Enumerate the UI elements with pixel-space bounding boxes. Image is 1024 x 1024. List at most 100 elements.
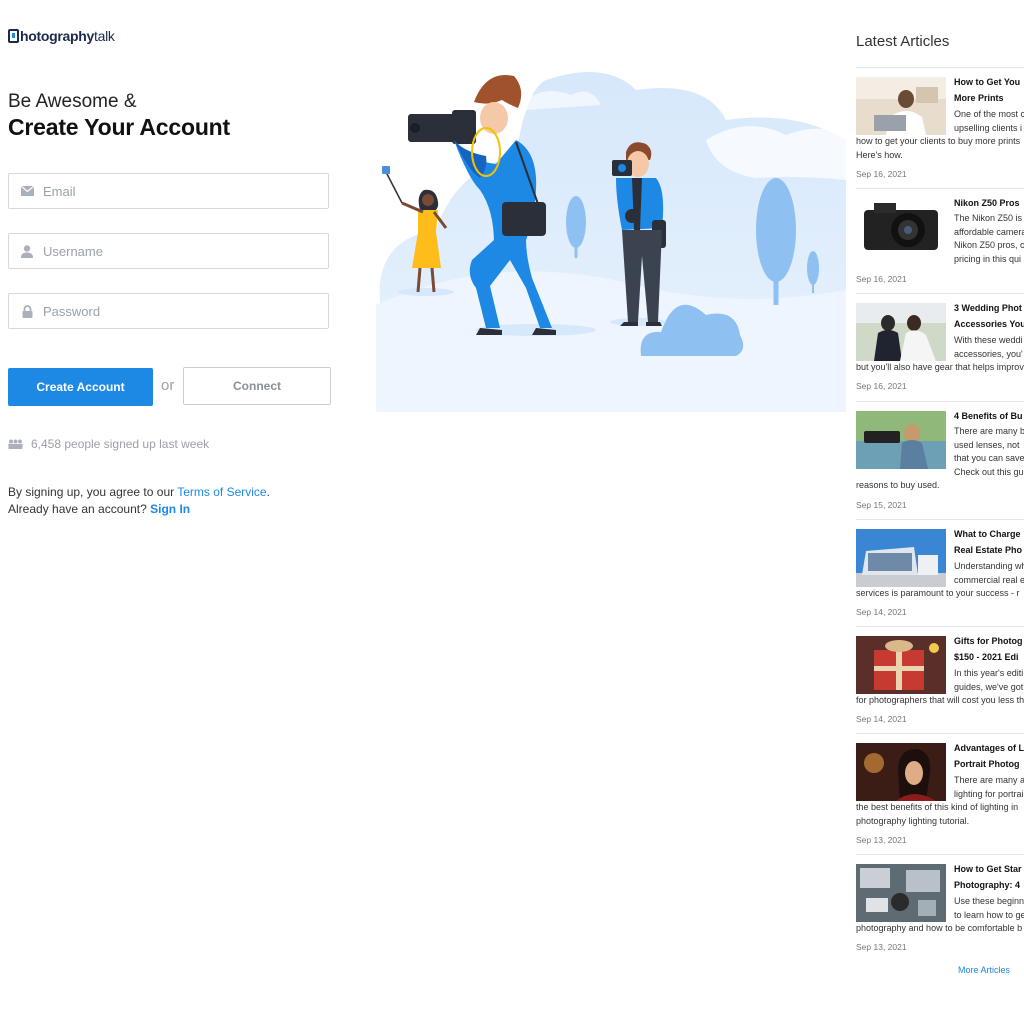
logo-text-light: talk: [94, 28, 115, 44]
article-title[interactable]: What to Charge Real Estate Pho: [954, 526, 1024, 558]
article-title-line: Nikon Z50 Pros: [954, 198, 1020, 208]
article-snippet: There are many a lighting for portrai th…: [856, 774, 1024, 828]
users-group-icon: [8, 439, 23, 449]
snippet-line: how to get your clients to buy more prin…: [856, 136, 1021, 146]
terms-prefix: By signing up, you agree to our: [8, 485, 178, 499]
article-title[interactable]: 3 Wedding Phot Accessories You: [954, 300, 1024, 332]
article-snippet: Understanding wh commercial real e servi…: [856, 560, 1024, 601]
or-separator: or: [161, 377, 175, 394]
more-articles-link[interactable]: More Articles: [958, 965, 1010, 975]
snippet-line: used lenses, not: [954, 439, 1020, 450]
article-card[interactable]: Gifts for Photog $150 - 2021 Edi In this…: [856, 626, 1024, 734]
article-card[interactable]: Advantages of L Portrait Photog There ar…: [856, 733, 1024, 855]
article-snippet: One of the most c upselling clients i ho…: [856, 108, 1024, 162]
username-field[interactable]: [8, 233, 329, 269]
snippet-line: Here's how.: [856, 149, 903, 160]
signup-heading: Create Your Account: [8, 114, 230, 140]
article-title-line: Portrait Photog: [954, 759, 1020, 769]
snippet-line: photography and how to be comfortable b: [856, 923, 1023, 933]
snippet-line: but you'll also have gear that helps imp…: [856, 362, 1024, 372]
article-title-line: Accessories You: [954, 319, 1024, 329]
article-title[interactable]: How to Get Star Photography: 4: [954, 861, 1024, 893]
lock-icon: [20, 304, 34, 318]
article-card[interactable]: What to Charge Real Estate Pho Understan…: [856, 519, 1024, 627]
article-card[interactable]: How to Get Star Photography: 4 Use these…: [856, 854, 1024, 961]
article-card[interactable]: Nikon Z50 Pros The Nikon Z50 is affordab…: [856, 188, 1024, 294]
snippet-line: upselling clients i: [954, 122, 1023, 133]
article-snippet: There are many b used lenses, not that y…: [856, 425, 1024, 493]
sign-in-link[interactable]: Sign In: [150, 502, 190, 516]
snippet-line: There are many a: [954, 775, 1024, 785]
article-title-line: Gifts for Photog: [954, 636, 1023, 646]
logo-mark-icon: [8, 29, 19, 43]
signup-count-text: 6,458 people signed up last week: [31, 437, 210, 451]
article-title-line: $150 - 2021 Edi: [954, 652, 1019, 662]
article-title-line: Advantages of L: [954, 743, 1024, 753]
snippet-line: services is paramount to your success - …: [856, 588, 1020, 598]
terms-text: By signing up, you agree to our Terms of…: [8, 484, 270, 518]
article-card[interactable]: 4 Benefits of Bu There are many b used l…: [856, 401, 1024, 520]
password-field[interactable]: [8, 293, 329, 329]
article-date: Sep 16, 2021: [856, 169, 907, 179]
snippet-line: to learn how to ge: [954, 909, 1024, 920]
brand-logo[interactable]: hotographytalk: [8, 27, 115, 45]
snippet-line: accessories, you': [954, 348, 1023, 359]
photographers-illustration: [376, 72, 846, 412]
article-date: Sep 14, 2021: [856, 607, 907, 617]
article-title[interactable]: 4 Benefits of Bu: [954, 408, 1024, 424]
snippet-line: Check out this gu: [954, 466, 1024, 477]
logo-text-bold: hotography: [20, 28, 94, 44]
signin-prefix: Already have an account?: [8, 502, 151, 516]
username-input[interactable]: [43, 243, 303, 259]
article-title-line: Photography: 4: [954, 880, 1021, 890]
create-account-button[interactable]: Create Account: [8, 368, 153, 406]
article-date: Sep 14, 2021: [856, 714, 907, 724]
terms-suffix: .: [266, 485, 270, 499]
article-snippet: The Nikon Z50 is affordable camera Nikon…: [856, 212, 1024, 266]
snippet-line: affordable camera: [954, 226, 1024, 237]
password-input[interactable]: [43, 303, 303, 319]
article-snippet: In this year's editi guides, we've got f…: [856, 667, 1024, 708]
envelope-icon: [20, 184, 34, 198]
user-icon: [20, 244, 34, 258]
snippet-line: guides, we've got: [954, 681, 1024, 692]
article-snippet: With these weddi accessories, you' but y…: [856, 334, 1024, 375]
article-title-line: 3 Wedding Phot: [954, 303, 1022, 313]
article-title-line: How to Get You: [954, 77, 1021, 87]
email-input[interactable]: [43, 183, 303, 199]
article-title[interactable]: Advantages of L Portrait Photog: [954, 740, 1024, 772]
article-title[interactable]: Gifts for Photog $150 - 2021 Edi: [954, 633, 1024, 665]
snippet-line: The Nikon Z50 is: [954, 213, 1023, 223]
snippet-line: pricing in this qui: [954, 253, 1022, 264]
snippet-line: With these weddi: [954, 335, 1023, 345]
snippet-line: for photographers that will cost you les…: [856, 695, 1024, 705]
snippet-line: the best benefits of this kind of lighti…: [856, 802, 1019, 812]
article-title[interactable]: Nikon Z50 Pros: [954, 195, 1024, 211]
article-title[interactable]: How to Get You More Prints: [954, 74, 1024, 106]
snippet-line: In this year's editi: [954, 668, 1024, 678]
snippet-line: that you can save: [954, 453, 1024, 463]
article-title-line: More Prints: [954, 93, 1004, 103]
snippet-line: There are many b: [954, 426, 1024, 436]
article-date: Sep 13, 2021: [856, 835, 907, 845]
latest-articles-sidebar: Latest Articles How to Get You More Prin…: [856, 0, 1024, 1024]
snippet-line: Use these beginn: [954, 896, 1024, 906]
email-field[interactable]: [8, 173, 329, 209]
signup-subheading: Be Awesome &: [8, 91, 137, 112]
snippet-line: commercial real e: [954, 574, 1024, 585]
snippet-line: photography lighting tutorial.: [856, 815, 970, 826]
article-date: Sep 15, 2021: [856, 500, 907, 510]
signup-count: 6,458 people signed up last week: [8, 437, 209, 451]
snippet-line: reasons to buy used.: [856, 480, 940, 490]
sidebar-title: Latest Articles: [856, 33, 950, 50]
snippet-line: Nikon Z50 pros, c: [954, 240, 1024, 250]
article-title-line: Real Estate Pho: [954, 545, 1023, 555]
connect-button[interactable]: Connect: [183, 367, 331, 405]
article-card[interactable]: 3 Wedding Phot Accessories You With thes…: [856, 293, 1024, 403]
terms-of-service-link[interactable]: Terms of Service: [177, 485, 266, 499]
article-title-line: What to Charge: [954, 529, 1021, 539]
article-date: Sep 16, 2021: [856, 381, 907, 391]
article-title-line: How to Get Star: [954, 864, 1022, 874]
article-title-line: 4 Benefits of Bu: [954, 411, 1023, 421]
article-card[interactable]: How to Get You More Prints One of the mo…: [856, 67, 1024, 190]
